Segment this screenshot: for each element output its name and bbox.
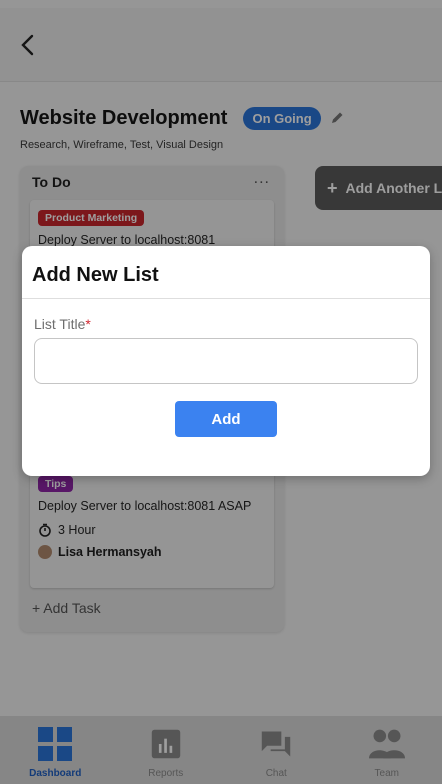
dialog-title: Add New List [32, 264, 159, 286]
required-mark: * [85, 316, 91, 332]
add-button[interactable]: Add [175, 401, 277, 437]
add-list-dialog: Add New List List Title* Add [22, 246, 430, 476]
divider [22, 298, 430, 299]
list-title-input[interactable] [34, 338, 418, 384]
field-label-text: List Title [34, 316, 86, 332]
list-title-label: List Title* [34, 316, 91, 332]
